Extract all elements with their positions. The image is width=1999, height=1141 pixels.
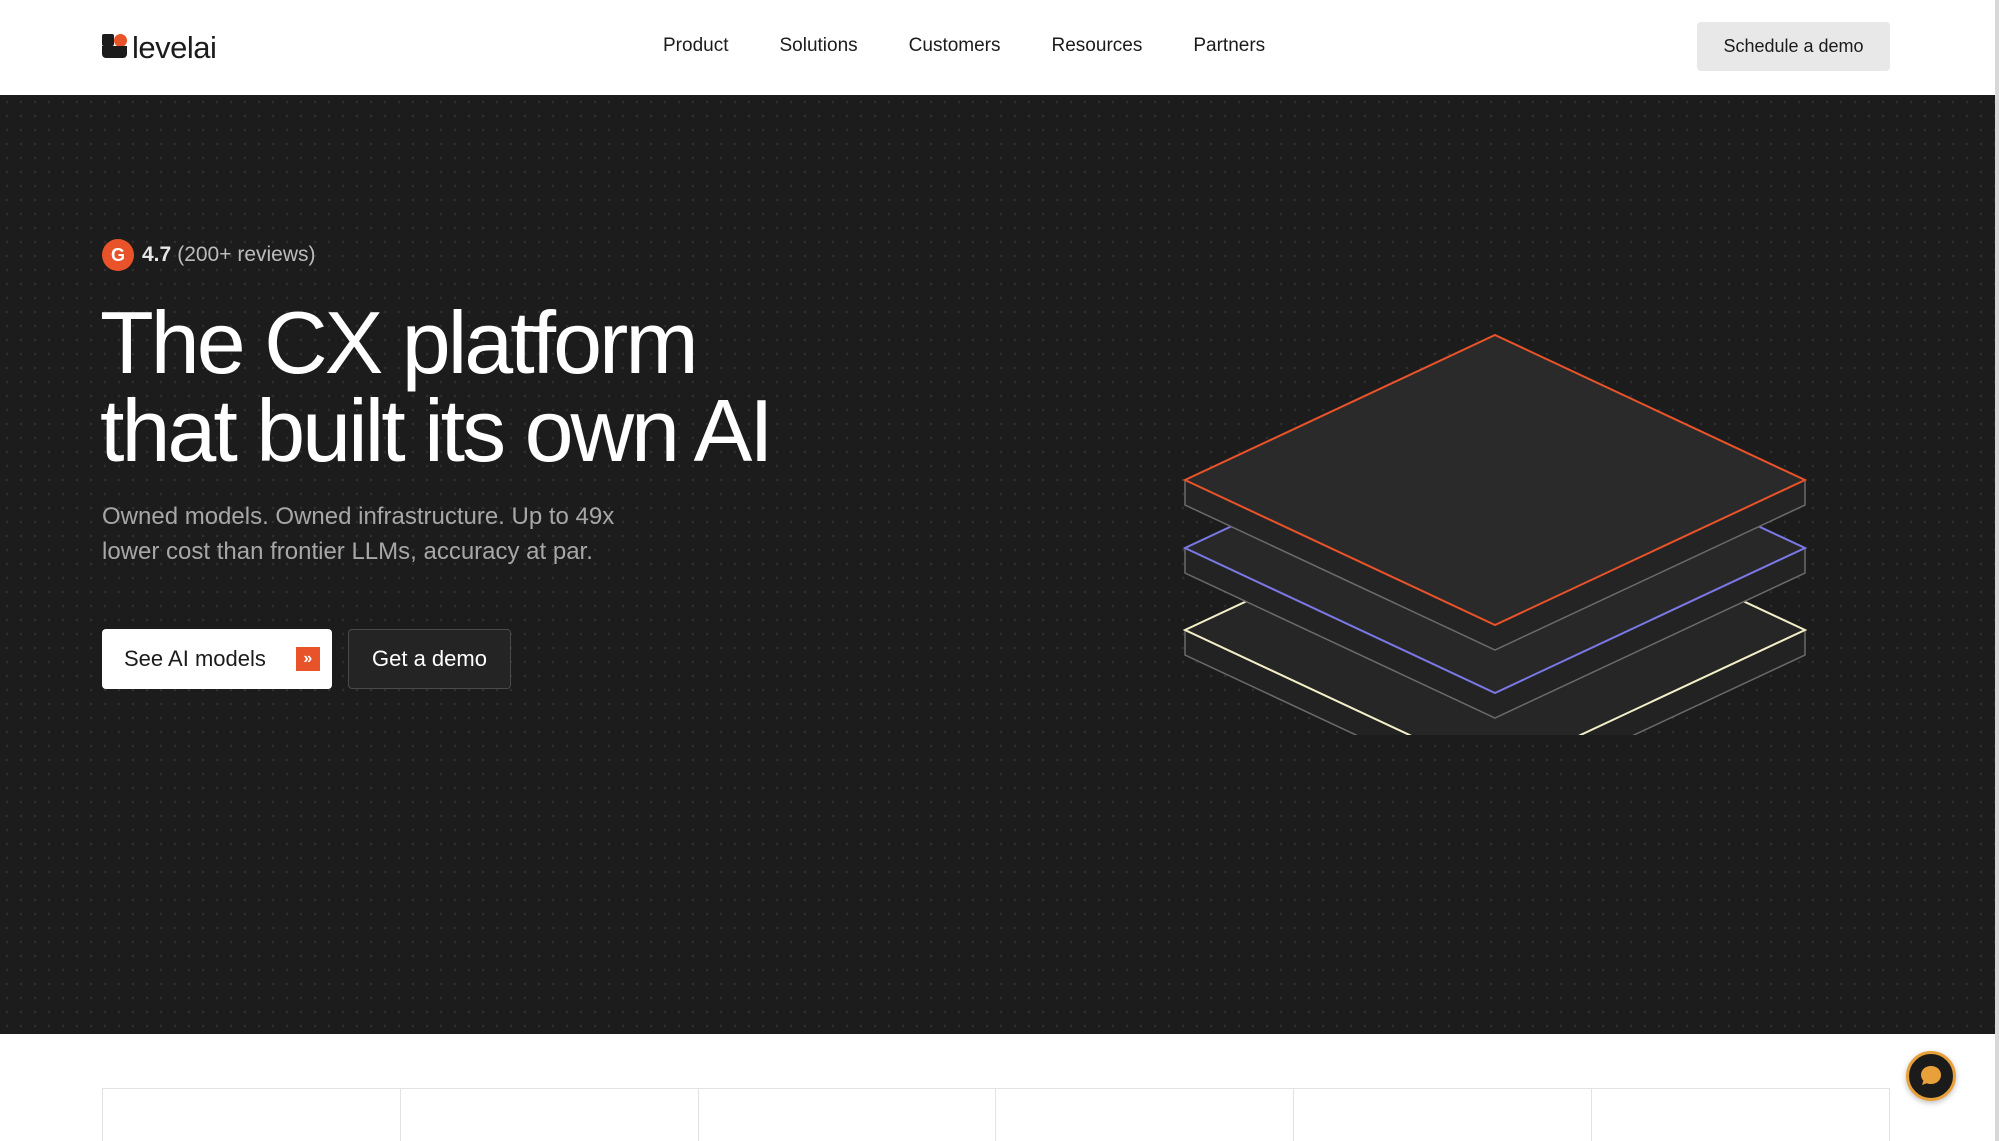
nav-item-resources[interactable]: Resources xyxy=(1052,31,1143,61)
rating-score: 4.7 xyxy=(142,243,172,266)
brand-logo[interactable]: levelai xyxy=(102,29,217,65)
logo-card xyxy=(103,1089,401,1141)
nav-links: Product Solutions Customers Resources Pa… xyxy=(663,31,1316,61)
hero-section: G 4.7 (200+ reviews) The CX platform tha… xyxy=(0,95,1995,1034)
chat-bubble-icon xyxy=(1921,1066,1941,1085)
rating-badge: G 4.7 (200+ reviews) xyxy=(102,239,316,271)
nav-item-customers[interactable]: Customers xyxy=(909,31,1001,61)
logo-card xyxy=(699,1089,997,1141)
nav-item-partners[interactable]: Partners xyxy=(1193,31,1265,61)
logo-card xyxy=(401,1089,699,1141)
headline-line-1: The CX platform xyxy=(100,293,699,392)
logo-card xyxy=(996,1089,1295,1141)
hero-headline: The CX platform that built its own AI xyxy=(100,299,1000,475)
stacked-layers-illustration xyxy=(1182,333,1808,735)
g2-badge-icon: G xyxy=(102,239,134,271)
rating-count: (200+ reviews) xyxy=(177,243,316,266)
hero-subhead: Owned models. Owned infrastructure. Up t… xyxy=(102,499,702,569)
nav-item-solutions[interactable]: Solutions xyxy=(779,31,857,61)
levelai-logo-icon xyxy=(102,34,128,60)
brand-name: levelai xyxy=(132,29,217,65)
logo-grid xyxy=(102,1088,1890,1141)
logo-card xyxy=(1592,1089,1890,1141)
logo-card xyxy=(1294,1089,1593,1141)
double-chevron-right-icon: » xyxy=(295,647,320,671)
get-demo-button[interactable]: Get a demo xyxy=(348,629,511,689)
subhead-line-2: lower cost than frontier LLMs, accuracy … xyxy=(102,538,593,565)
see-ai-models-label: See AI models xyxy=(124,646,266,671)
headline-line-2: that built its own AI xyxy=(100,381,774,480)
chat-launcher-button[interactable] xyxy=(1906,1051,1956,1101)
see-ai-models-button[interactable]: See AI models » xyxy=(102,629,332,689)
top-nav: levelai Product Solutions Customers Reso… xyxy=(0,0,1999,95)
scrollbar-track[interactable] xyxy=(1995,0,1999,1141)
nav-item-product[interactable]: Product xyxy=(663,31,728,61)
subhead-line-1: Owned models. Owned infrastructure. Up t… xyxy=(102,503,615,530)
schedule-demo-button[interactable]: Schedule a demo xyxy=(1697,22,1890,71)
